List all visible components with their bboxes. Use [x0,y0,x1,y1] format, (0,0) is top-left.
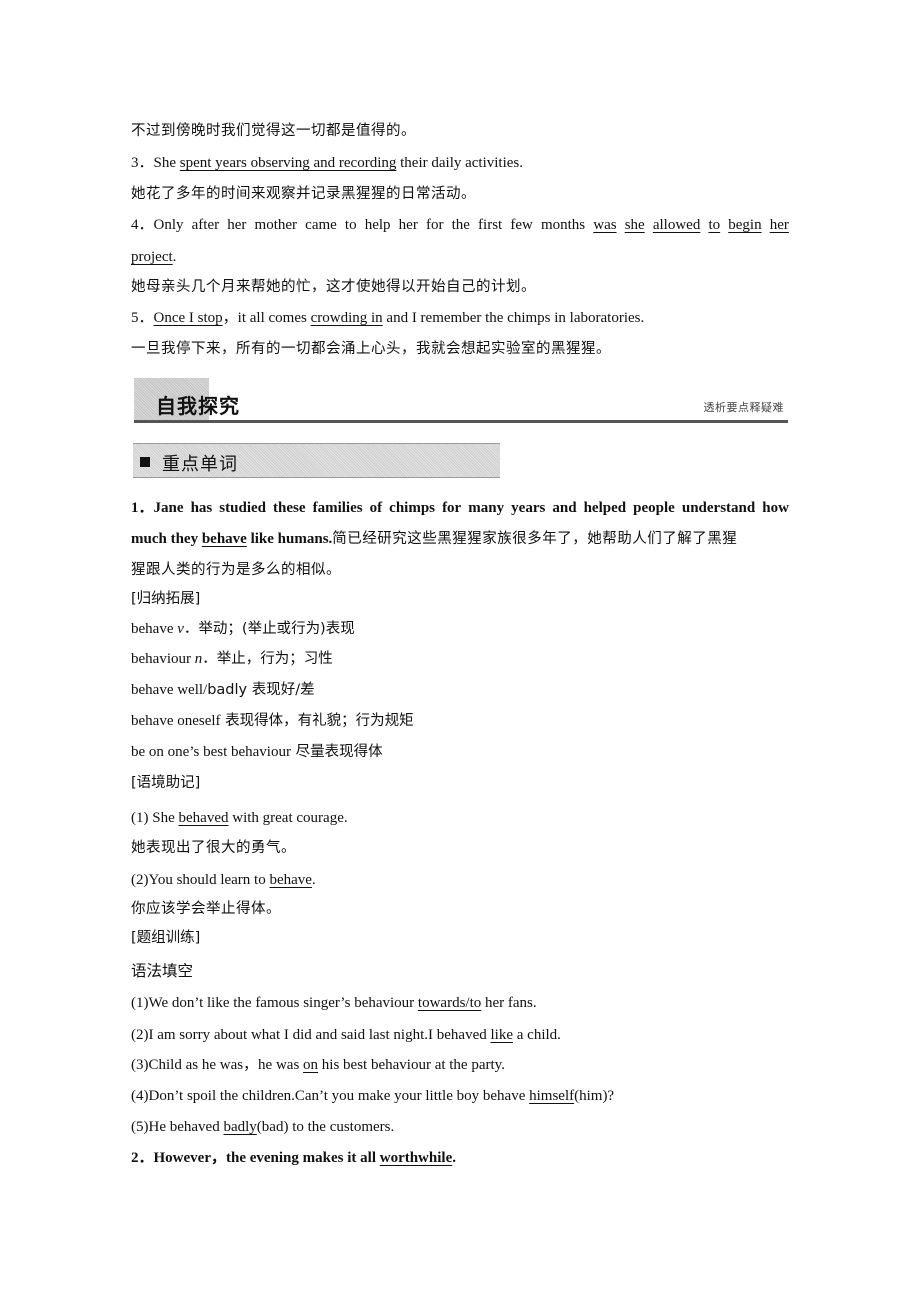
underlined-phrase: Once I stop [153,310,223,326]
sentence-item-5: 5．Once I stop，it all comes crowding in a… [131,310,645,326]
translation-line: 她表现出了很大的勇气。 [131,840,296,856]
word: after [191,217,220,233]
example-sentence: (2)You should learn to behave. [131,872,316,888]
word: 1．Jane [131,500,184,516]
summary-item: behave oneself 表现得体，有礼貌；行为规矩 [131,713,414,729]
banner-divider [134,420,788,423]
underlined-word: allowed [652,217,701,233]
word: these [273,500,306,516]
word: people [633,500,675,516]
translation-line: 一旦我停下来，所有的一切都会涌上心头，我就会想起实验室的黑猩猩。 [131,341,611,357]
keyword: worthwhile [379,1150,453,1166]
underlined-word: begin [728,217,762,233]
underlined-word: her [769,217,789,233]
word: studied [219,500,266,516]
word: understand [681,500,756,516]
word: mother [254,217,298,233]
underlined-word: to [708,217,721,233]
item-number: 3． [131,155,154,171]
word-heading-2: 2．However，the evening makes it all worth… [131,1150,456,1166]
summary-item: be on one’s best behaviour 尽量表现得体 [131,744,383,760]
section-title: 自我探究 [156,394,240,418]
sentence-item-3: 3．She spent years observing and recordin… [131,155,524,171]
summary-item: behave v．举动；(举止或行为)表现 [131,621,355,637]
subsection-bar: 重点单词 [133,443,500,478]
keyword: behaved [178,810,229,826]
word: families [312,500,363,516]
heading-translation: 简已经研究这些黑猩猩家族很多年了，她帮助人们了解了黑猩 [332,531,738,547]
word: few [510,217,533,233]
underlined-phrase: crowding in [310,310,383,326]
sentence-item-4: 4．Only after her mother came to help her for the f… [131,215,789,235]
word: came [305,217,337,233]
item-number: 4．Only [131,217,184,233]
keyword: behave [269,872,312,888]
section-banner: 自我探究 透析要点释疑难 [134,378,788,424]
word: for [425,217,444,233]
word: help [364,217,391,233]
word-heading-1-cont: much they behave like humans.简已经研究这些黑猩猩家… [131,531,738,547]
word: and [552,500,577,516]
word: chimps [389,500,436,516]
keyword: behave [201,531,247,547]
summary-item: behaviour n．举止，行为；习性 [131,651,333,667]
translation-line: 她母亲头几个月来帮她的忙，这才使她得以开始自己的计划。 [131,279,536,295]
translation-line: 她花了多年的时间来观察并记录黑猩猩的日常活动。 [131,186,476,202]
answer: badly [223,1119,257,1135]
subsection-title: 重点单词 [162,454,238,475]
word-heading-1: 1．Jane has studied these families of chimps for… [131,498,789,518]
word: years [511,500,546,516]
answer: towards/to [417,995,482,1011]
translation-line: 不过到傍晚时我们觉得这一切都是值得的。 [131,123,416,139]
word: of [369,500,383,516]
label-context: [语境助记] [131,775,201,791]
word: many [468,500,505,516]
summary-item: behave well/badly 表现好/差 [131,682,315,698]
exercise-type: 语法填空 [131,962,194,980]
word: the [451,217,470,233]
exercise-item: (3)Child as he was，he was on his best be… [131,1057,505,1073]
label-practice: [题组训练] [131,930,201,946]
word: has [190,500,213,516]
word: to [344,217,357,233]
word: first [478,217,503,233]
exercise-item: (5)He behaved badly(bad) to the customer… [131,1119,395,1135]
translation-line: 你应该学会举止得体。 [131,901,281,917]
square-bullet-icon [140,457,150,467]
word: for [442,500,462,516]
underlined-word: she [624,217,645,233]
example-sentence: (1) She behaved with great courage. [131,810,348,826]
word: helped [583,500,627,516]
exercise-item: (4)Don’t spoil the children.Can’t you ma… [131,1088,615,1104]
answer: like [490,1027,514,1043]
exercise-item: (2)I am sorry about what I did and said … [131,1027,561,1043]
section-subtitle: 透析要点释疑难 [703,401,784,414]
underlined-word: was [593,217,617,233]
answer: on [303,1057,319,1073]
heading-translation-cont: 猩跟人类的行为是多么的相似。 [131,562,341,578]
item-number: 5． [131,310,154,326]
word: her [398,217,418,233]
exercise-item: (1)We don’t like the famous singer’s beh… [131,995,537,1011]
label-summary: [归纳拓展] [131,591,201,607]
answer: himself [529,1088,575,1104]
underlined-phrase: project [131,249,173,265]
underlined-phrase: spent years observing and recording [179,155,397,171]
word: her [227,217,247,233]
word: months [540,217,586,233]
word: how [762,500,789,516]
sentence-item-4-cont: project. [131,249,177,265]
